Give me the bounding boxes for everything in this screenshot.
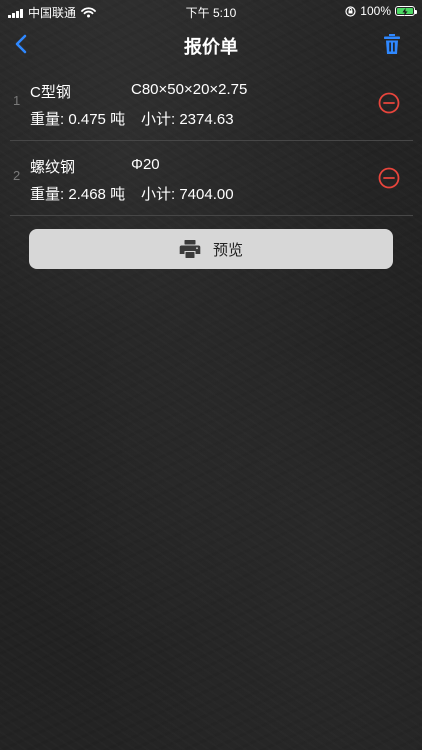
item-index: 1 xyxy=(13,93,21,108)
list-item[interactable]: 2 螺纹钢 Φ20 重量: 2.468 吨 小计: 7404.00 xyxy=(0,141,422,216)
charging-bolt-icon xyxy=(402,7,408,16)
item-name: C型钢 xyxy=(30,84,71,101)
item-weight: 重量: 2.468 吨 xyxy=(30,183,125,204)
item-subtotal: 小计: 2374.63 xyxy=(141,108,234,129)
weight-value: 2.468 xyxy=(68,186,106,203)
trash-icon[interactable] xyxy=(382,32,402,56)
divider xyxy=(10,215,413,216)
status-right: 100% xyxy=(345,4,417,18)
quote-list: 1 C型钢 C80×50×20×2.75 重量: 0.475 吨 小计: 237… xyxy=(0,66,422,216)
weight-unit: 吨 xyxy=(110,186,126,203)
weight-label: 重量: xyxy=(30,111,65,128)
battery-tip xyxy=(415,9,417,14)
preview-label: 预览 xyxy=(212,241,243,259)
item-subtotal: 小计: 7404.00 xyxy=(141,183,234,204)
status-bar: 中国联通 下午 5:10 100% xyxy=(0,0,422,22)
item-spec: C80×50×20×2.75 xyxy=(131,81,248,98)
item-name: 螺纹钢 xyxy=(30,159,76,176)
battery-icon xyxy=(395,6,417,16)
quote-screen: 中国联通 下午 5:10 100% 报价单 1 C型钢 C80×50×20×2.… xyxy=(0,0,422,750)
minus-circle-icon[interactable] xyxy=(378,167,400,189)
orientation-lock-icon xyxy=(345,5,356,17)
weight-label: 重量: xyxy=(30,186,65,203)
weight-value: 0.475 xyxy=(68,111,106,128)
item-index: 2 xyxy=(13,168,21,183)
item-spec: Φ20 xyxy=(131,156,160,173)
page-title: 报价单 xyxy=(184,37,238,57)
preview-button[interactable]: 预览 xyxy=(29,229,393,269)
battery-percent: 100% xyxy=(360,4,391,18)
item-weight: 重量: 0.475 吨 xyxy=(30,108,125,129)
printer-icon xyxy=(179,240,201,258)
subtotal-label: 小计: xyxy=(141,111,176,128)
subtotal-value: 2374.63 xyxy=(179,111,234,128)
minus-circle-icon[interactable] xyxy=(378,92,400,114)
list-item[interactable]: 1 C型钢 C80×50×20×2.75 重量: 0.475 吨 小计: 237… xyxy=(0,66,422,141)
weight-unit: 吨 xyxy=(110,111,126,128)
subtotal-label: 小计: xyxy=(141,186,176,203)
navigation-bar: 报价单 xyxy=(0,22,422,66)
subtotal-value: 7404.00 xyxy=(179,186,234,203)
